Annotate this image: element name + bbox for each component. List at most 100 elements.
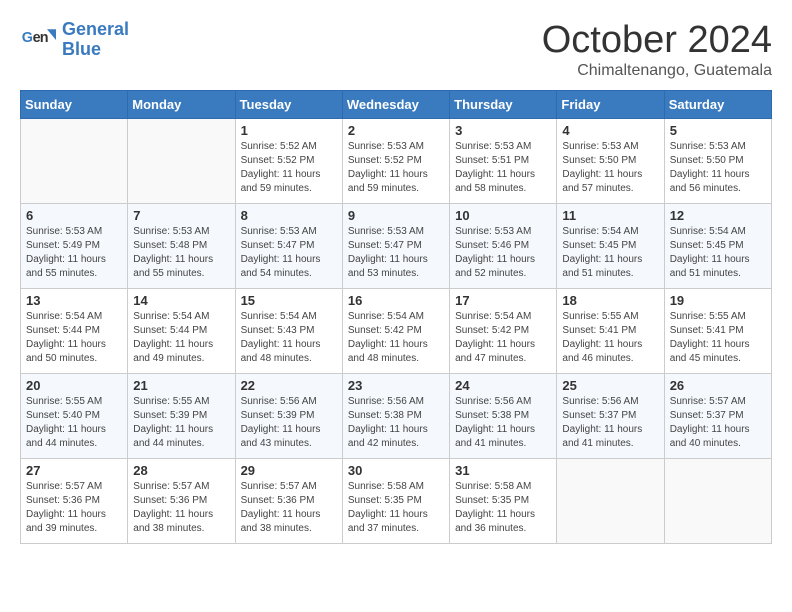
day-info: Sunrise: 5:53 AM Sunset: 5:52 PM Dayligh… xyxy=(348,140,444,196)
day-info: Sunrise: 5:56 AM Sunset: 5:38 PM Dayligh… xyxy=(348,395,444,451)
svg-text:n: n xyxy=(40,30,49,46)
calendar-cell: 27 Sunrise: 5:57 AM Sunset: 5:36 PM Dayli… xyxy=(21,458,128,543)
day-info: Sunrise: 5:54 AM Sunset: 5:44 PM Dayligh… xyxy=(26,310,122,366)
day-info: Sunrise: 5:53 AM Sunset: 5:49 PM Dayligh… xyxy=(26,225,122,281)
calendar-cell: 17 Sunrise: 5:54 AM Sunset: 5:42 PM Dayli… xyxy=(450,288,557,373)
day-info: Sunrise: 5:57 AM Sunset: 5:36 PM Dayligh… xyxy=(133,480,229,536)
calendar-week-row: 1Sunrise: 5:52 AM Sunset: 5:52 PM Daylig… xyxy=(21,118,772,203)
calendar-cell: 20Sunrise: 5:55 AM Sunset: 5:40 PM Dayli… xyxy=(21,373,128,458)
calendar-cell: 7 Sunrise: 5:53 AM Sunset: 5:48 PM Daylig… xyxy=(128,203,235,288)
day-info: Sunrise: 5:58 AM Sunset: 5:35 PM Dayligh… xyxy=(455,480,551,536)
day-number: 19 xyxy=(670,293,766,308)
day-info: Sunrise: 5:53 AM Sunset: 5:47 PM Dayligh… xyxy=(348,225,444,281)
day-number: 2 xyxy=(348,123,444,138)
day-info: Sunrise: 5:53 AM Sunset: 5:50 PM Dayligh… xyxy=(670,140,766,196)
calendar-cell: 6 Sunrise: 5:53 AM Sunset: 5:49 PM Daylig… xyxy=(21,203,128,288)
day-number: 3 xyxy=(455,123,551,138)
calendar-cell: 11Sunrise: 5:54 AM Sunset: 5:45 PM Dayli… xyxy=(557,203,664,288)
day-number: 31 xyxy=(455,463,551,478)
day-number: 28 xyxy=(133,463,229,478)
day-info: Sunrise: 5:56 AM Sunset: 5:39 PM Dayligh… xyxy=(241,395,337,451)
calendar-week-row: 27 Sunrise: 5:57 AM Sunset: 5:36 PM Dayli… xyxy=(21,458,772,543)
day-number: 9 xyxy=(348,208,444,223)
day-info: Sunrise: 5:57 AM Sunset: 5:36 PM Dayligh… xyxy=(241,480,337,536)
calendar-week-row: 13 Sunrise: 5:54 AM Sunset: 5:44 PM Dayli… xyxy=(21,288,772,373)
day-number: 12 xyxy=(670,208,766,223)
day-number: 6 xyxy=(26,208,122,223)
day-number: 26 xyxy=(670,378,766,393)
calendar-cell: 2 Sunrise: 5:53 AM Sunset: 5:52 PM Daylig… xyxy=(342,118,449,203)
day-number: 17 xyxy=(455,293,551,308)
day-info: Sunrise: 5:55 AM Sunset: 5:41 PM Dayligh… xyxy=(562,310,658,366)
calendar-table: SundayMondayTuesdayWednesdayThursdayFrid… xyxy=(20,90,772,544)
day-number: 5 xyxy=(670,123,766,138)
day-number: 18 xyxy=(562,293,658,308)
day-info: Sunrise: 5:52 AM Sunset: 5:52 PM Dayligh… xyxy=(241,140,337,196)
day-number: 14 xyxy=(133,293,229,308)
day-info: Sunrise: 5:53 AM Sunset: 5:48 PM Dayligh… xyxy=(133,225,229,281)
logo: G e n General Blue xyxy=(20,20,129,60)
day-info: Sunrise: 5:54 AM Sunset: 5:42 PM Dayligh… xyxy=(348,310,444,366)
day-number: 15 xyxy=(241,293,337,308)
header-day: Friday xyxy=(557,90,664,118)
day-number: 7 xyxy=(133,208,229,223)
day-number: 11 xyxy=(562,208,658,223)
calendar-cell: 28 Sunrise: 5:57 AM Sunset: 5:36 PM Dayli… xyxy=(128,458,235,543)
month-title: October 2024 xyxy=(542,20,772,62)
day-info: Sunrise: 5:53 AM Sunset: 5:46 PM Dayligh… xyxy=(455,225,551,281)
day-info: Sunrise: 5:53 AM Sunset: 5:51 PM Dayligh… xyxy=(455,140,551,196)
day-number: 10 xyxy=(455,208,551,223)
calendar-cell: 22Sunrise: 5:56 AM Sunset: 5:39 PM Dayli… xyxy=(235,373,342,458)
day-info: Sunrise: 5:57 AM Sunset: 5:37 PM Dayligh… xyxy=(670,395,766,451)
calendar-week-row: 20Sunrise: 5:55 AM Sunset: 5:40 PM Dayli… xyxy=(21,373,772,458)
day-info: Sunrise: 5:53 AM Sunset: 5:47 PM Dayligh… xyxy=(241,225,337,281)
day-number: 29 xyxy=(241,463,337,478)
svg-text:G: G xyxy=(22,30,33,46)
calendar-cell: 10 Sunrise: 5:53 AM Sunset: 5:46 PM Dayli… xyxy=(450,203,557,288)
day-number: 24 xyxy=(455,378,551,393)
calendar-cell: 31 Sunrise: 5:58 AM Sunset: 5:35 PM Dayli… xyxy=(450,458,557,543)
calendar-cell: 12Sunrise: 5:54 AM Sunset: 5:45 PM Dayli… xyxy=(664,203,771,288)
header-day: Tuesday xyxy=(235,90,342,118)
header-day: Thursday xyxy=(450,90,557,118)
calendar-cell xyxy=(128,118,235,203)
logo-line1: General xyxy=(62,19,129,39)
day-number: 13 xyxy=(26,293,122,308)
day-number: 23 xyxy=(348,378,444,393)
header-day: Sunday xyxy=(21,90,128,118)
calendar-cell: 5 Sunrise: 5:53 AM Sunset: 5:50 PM Daylig… xyxy=(664,118,771,203)
calendar-cell: 18 Sunrise: 5:55 AM Sunset: 5:41 PM Dayli… xyxy=(557,288,664,373)
calendar-cell: 8 Sunrise: 5:53 AM Sunset: 5:47 PM Daylig… xyxy=(235,203,342,288)
location-subtitle: Chimaltenango, Guatemala xyxy=(542,62,772,80)
logo-icon: G e n xyxy=(20,22,56,58)
calendar-cell: 16 Sunrise: 5:54 AM Sunset: 5:42 PM Dayli… xyxy=(342,288,449,373)
calendar-cell: 14Sunrise: 5:54 AM Sunset: 5:44 PM Dayli… xyxy=(128,288,235,373)
day-number: 16 xyxy=(348,293,444,308)
calendar-cell: 1Sunrise: 5:52 AM Sunset: 5:52 PM Daylig… xyxy=(235,118,342,203)
day-info: Sunrise: 5:54 AM Sunset: 5:42 PM Dayligh… xyxy=(455,310,551,366)
day-number: 20 xyxy=(26,378,122,393)
header-day: Saturday xyxy=(664,90,771,118)
day-number: 27 xyxy=(26,463,122,478)
calendar-cell: 9 Sunrise: 5:53 AM Sunset: 5:47 PM Daylig… xyxy=(342,203,449,288)
calendar-cell: 24 Sunrise: 5:56 AM Sunset: 5:38 PM Dayli… xyxy=(450,373,557,458)
day-number: 21 xyxy=(133,378,229,393)
calendar-cell xyxy=(557,458,664,543)
calendar-cell: 4Sunrise: 5:53 AM Sunset: 5:50 PM Daylig… xyxy=(557,118,664,203)
calendar-cell: 3 Sunrise: 5:53 AM Sunset: 5:51 PM Daylig… xyxy=(450,118,557,203)
calendar-cell: 13 Sunrise: 5:54 AM Sunset: 5:44 PM Dayli… xyxy=(21,288,128,373)
day-number: 30 xyxy=(348,463,444,478)
logo-line2: Blue xyxy=(62,39,101,59)
calendar-cell: 23 Sunrise: 5:56 AM Sunset: 5:38 PM Dayli… xyxy=(342,373,449,458)
day-info: Sunrise: 5:56 AM Sunset: 5:38 PM Dayligh… xyxy=(455,395,551,451)
day-info: Sunrise: 5:54 AM Sunset: 5:43 PM Dayligh… xyxy=(241,310,337,366)
day-number: 25 xyxy=(562,378,658,393)
day-info: Sunrise: 5:57 AM Sunset: 5:36 PM Dayligh… xyxy=(26,480,122,536)
day-info: Sunrise: 5:55 AM Sunset: 5:39 PM Dayligh… xyxy=(133,395,229,451)
calendar-cell xyxy=(21,118,128,203)
calendar-cell: 21 Sunrise: 5:55 AM Sunset: 5:39 PM Dayli… xyxy=(128,373,235,458)
page-header: G e n General Blue October 2024 Chimalte… xyxy=(20,20,772,80)
day-number: 8 xyxy=(241,208,337,223)
header-row: SundayMondayTuesdayWednesdayThursdayFrid… xyxy=(21,90,772,118)
header-day: Monday xyxy=(128,90,235,118)
